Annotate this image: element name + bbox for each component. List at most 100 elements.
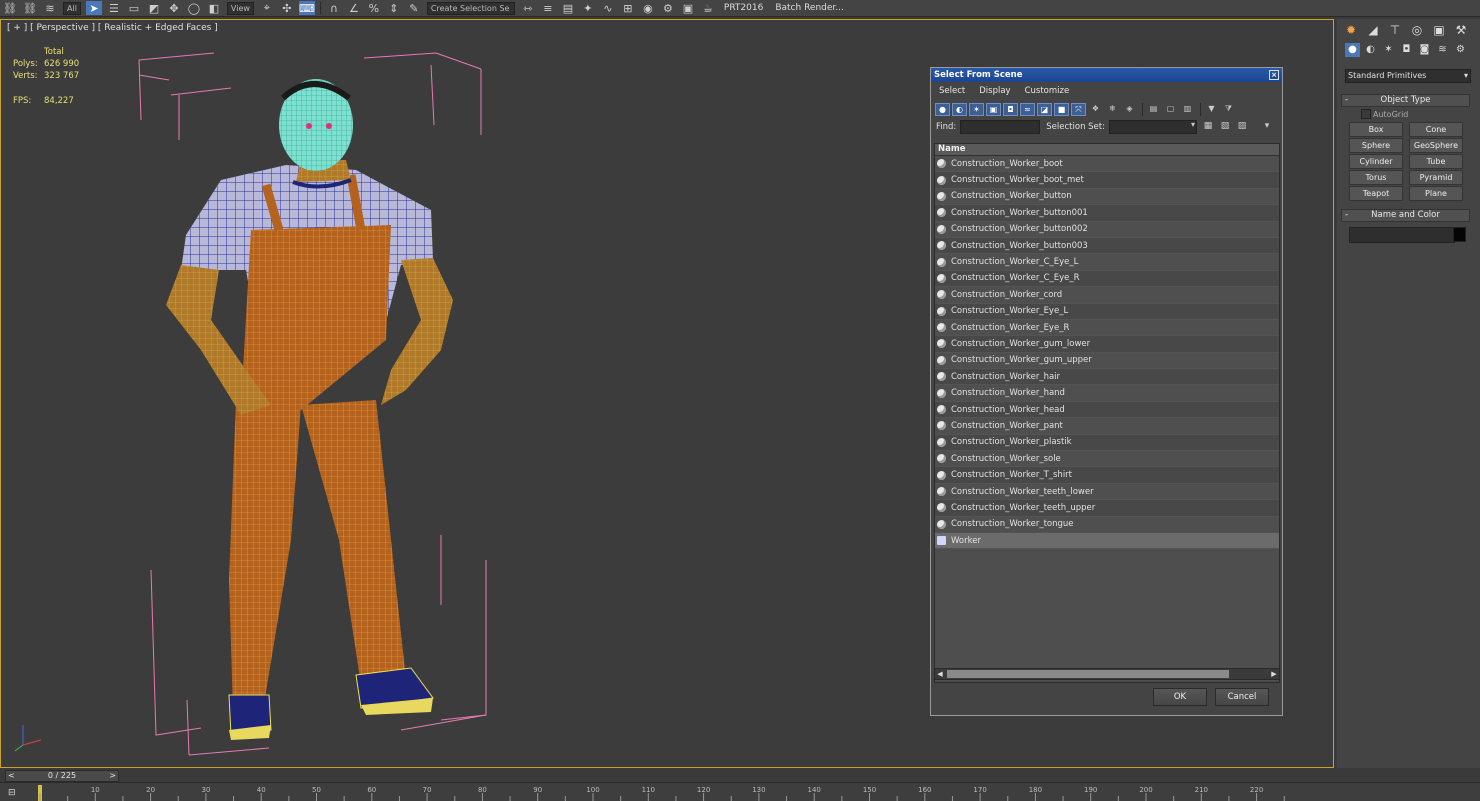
list-item[interactable]: Construction_Worker_teeth_upper [935,500,1279,517]
list-item[interactable]: Construction_Worker_button003 [935,237,1279,255]
curve-editor-icon[interactable]: ∿ [600,1,616,15]
menu-customize[interactable]: Customize [1025,86,1070,96]
geosphere-button[interactable]: GeoSphere [1409,138,1463,153]
list-item[interactable]: Construction_Worker_sole [935,451,1279,468]
display-tab-icon[interactable]: ▣ [1431,22,1447,38]
selection-set-dropdown[interactable] [1108,119,1197,134]
chevron-down-icon[interactable]: ▾ [1260,121,1274,133]
percent-snap-icon[interactable]: % [366,1,382,15]
keyboard-shortcut-override-icon[interactable]: ⌨ [298,1,315,15]
reference-coordinate-dropdown[interactable]: View [226,1,254,15]
graphite-tools-icon[interactable]: ✦ [580,1,596,15]
plane-button[interactable]: Plane [1409,186,1463,201]
list-item[interactable]: Construction_Worker_hand [935,385,1279,402]
snap-toggle-icon[interactable]: ∩ [326,1,342,15]
display-space-warps-icon[interactable]: ≈ [1020,102,1035,116]
angle-snap-icon[interactable]: ∠ [346,1,362,15]
dialog-title-bar[interactable]: Select From Scene × [931,68,1282,82]
move-icon[interactable]: ✥ [166,1,182,15]
teapot-button[interactable]: Teapot [1349,186,1403,201]
tube-button[interactable]: Tube [1409,154,1463,169]
manipulate-icon[interactable]: ✣ [279,1,295,15]
mirror-icon[interactable]: ⇿ [520,1,536,15]
scroll-left-icon[interactable]: ◀ [935,669,945,679]
time-slider-handle[interactable]: < 0 / 225 > [5,770,119,782]
box-button[interactable]: Box [1349,122,1403,137]
display-groups-icon[interactable]: ◪ [1037,102,1052,116]
object-name-input[interactable] [1349,227,1455,243]
list-item[interactable]: Construction_Worker_C_Eye_L [935,254,1279,271]
menu-select[interactable]: Select [939,86,965,96]
object-color-swatch[interactable] [1453,227,1466,242]
display-xrefs-icon[interactable]: ■ [1054,102,1069,116]
primitive-category-dropdown[interactable]: Standard Primitives [1345,69,1471,83]
select-by-name-icon[interactable]: ☰ [106,1,122,15]
prt-plugin-label[interactable]: PRT2016 [724,3,763,13]
display-lights-icon[interactable]: ✶ [969,102,984,116]
list-item[interactable]: Construction_Worker_gum_lower [935,336,1279,353]
ok-button[interactable]: OK [1153,688,1207,706]
filter-icon[interactable]: ▼ [1204,103,1219,116]
list-item[interactable]: Construction_Worker_button001 [935,205,1279,222]
select-all-icon[interactable]: ▤ [1146,103,1161,116]
display-containers-icon[interactable]: ❖ [1088,103,1103,116]
select-and-link-icon[interactable]: ⛓ [2,1,18,15]
display-geometry-icon[interactable]: ● [935,102,950,116]
rectangle-selection-icon[interactable]: ▭ [126,1,142,15]
display-hidden-icon[interactable]: ◈ [1122,103,1137,116]
rollout-collapse-icon[interactable]: - [1345,95,1348,106]
list-item[interactable]: Construction_Worker_Eye_L [935,303,1279,320]
window-crossing-icon[interactable]: ◩ [146,1,162,15]
autogrid-checkbox[interactable] [1361,109,1371,119]
shapes-icon[interactable]: ◐ [1363,43,1378,57]
create-tab-icon[interactable]: ✹ [1343,22,1359,38]
space-warps-icon[interactable]: ≋ [1435,43,1450,57]
select-invert-icon[interactable]: ▥ [1180,103,1195,116]
prev-frame-icon[interactable]: < [8,771,15,781]
layer-manager-icon[interactable]: ▤ [560,1,576,15]
list-item[interactable]: Construction_Worker_Eye_R [935,319,1279,337]
name-column-header[interactable]: Name [935,144,1279,156]
rotate-icon[interactable]: ◯ [186,1,202,15]
display-shapes-icon[interactable]: ◐ [952,102,967,116]
edit-named-selection-icon[interactable]: ✎ [406,1,422,15]
list-item[interactable]: Construction_Worker_tongue [935,516,1279,533]
close-icon[interactable]: × [1269,70,1279,80]
menu-display[interactable]: Display [979,86,1010,96]
spinner-snap-icon[interactable]: ⇕ [386,1,402,15]
list-item[interactable]: Construction_Worker_pant [935,418,1279,435]
pyramid-button[interactable]: Pyramid [1409,170,1463,185]
list-item[interactable]: Construction_Worker_teeth_lower [935,483,1279,501]
name-and-color-rollout[interactable]: - Name and Color [1341,209,1470,222]
select-none-icon[interactable]: ▢ [1163,103,1178,116]
list-item[interactable]: Construction_Worker_boot_met [935,172,1279,189]
list-item[interactable]: Construction_Worker_cord [935,287,1279,304]
horizontal-scrollbar[interactable]: ◀ ▶ [934,668,1280,680]
display-helpers-icon[interactable]: ◘ [1003,102,1018,116]
hierarchy-tab-icon[interactable]: ⊤ [1387,22,1403,38]
display-frozen-icon[interactable]: ❄ [1105,103,1120,116]
unlink-icon[interactable]: ⛓ [22,1,38,15]
rollout-collapse-icon[interactable]: - [1345,210,1348,221]
scrollbar-thumb[interactable] [947,670,1229,678]
list-item[interactable]: Construction_Worker_T_shirt [935,467,1279,484]
batch-render-label[interactable]: Batch Render... [775,3,844,13]
cone-button[interactable]: Cone [1409,122,1463,137]
save-selection-set-icon[interactable]: ▦ [1201,121,1215,133]
list-item[interactable]: Construction_Worker_C_Eye_R [935,270,1279,288]
motion-tab-icon[interactable]: ◎ [1409,22,1425,38]
render-production-icon[interactable]: ☕ [700,1,716,15]
lights-icon[interactable]: ✶ [1381,43,1396,57]
material-editor-icon[interactable]: ◉ [640,1,656,15]
systems-icon[interactable]: ⚙ [1453,43,1468,57]
list-item[interactable]: Worker [935,532,1279,550]
cylinder-button[interactable]: Cylinder [1349,154,1403,169]
list-item[interactable]: Construction_Worker_button [935,188,1279,206]
scene-object-list[interactable]: Name Construction_Worker_boot Constructio… [934,143,1280,683]
filter-settings-icon[interactable]: ⧩ [1221,103,1236,116]
display-bones-icon[interactable]: ⤧ [1071,102,1086,116]
pivot-center-icon[interactable]: ⌖ [259,1,275,15]
helpers-icon[interactable]: ◙ [1417,43,1432,57]
rendered-frame-window-icon[interactable]: ▣ [680,1,696,15]
find-input[interactable] [960,119,1041,134]
